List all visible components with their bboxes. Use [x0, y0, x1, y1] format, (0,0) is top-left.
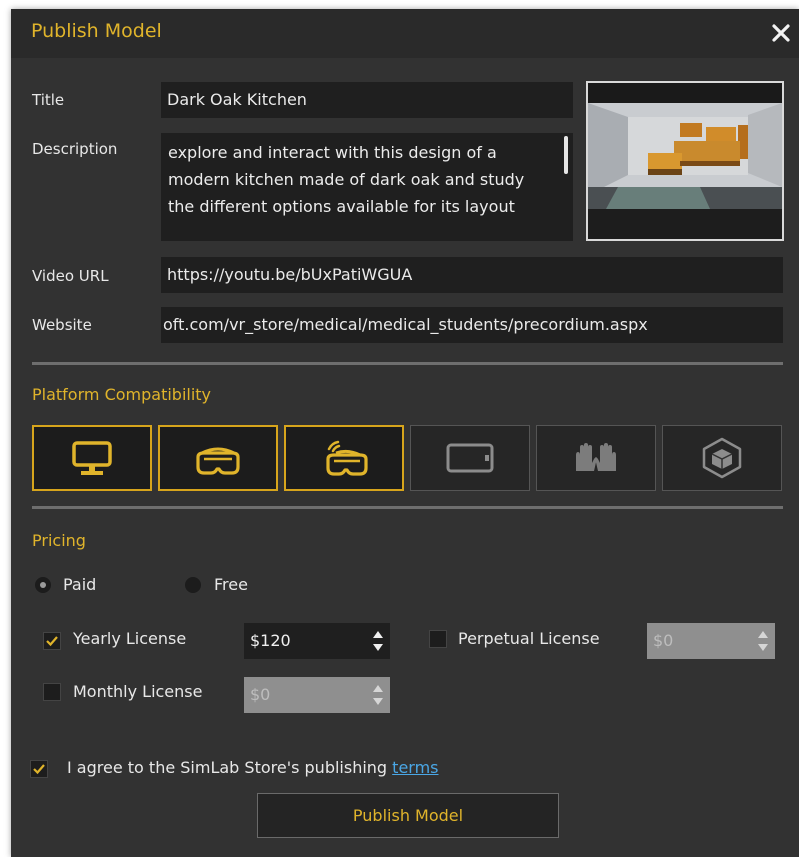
- dialog-title: Publish Model: [31, 20, 162, 42]
- monthly-price-value: $0: [250, 685, 271, 704]
- yearly-price-value: $120: [250, 631, 291, 650]
- platform-vr-toggle[interactable]: [158, 425, 278, 491]
- title-input[interactable]: Dark Oak Kitchen: [161, 82, 573, 118]
- monthly-price-stepper[interactable]: $0: [244, 677, 390, 713]
- stepper-arrows-icon[interactable]: [372, 629, 384, 653]
- stepper-arrows-icon[interactable]: [757, 629, 769, 653]
- platform-hands-toggle[interactable]: [536, 425, 656, 491]
- terms-link[interactable]: terms: [392, 758, 438, 777]
- platform-wireless-vr-toggle[interactable]: [284, 425, 404, 491]
- description-text: explore and interact with this design of…: [168, 143, 525, 216]
- website-input[interactable]: oft.com/vr_store/medical/medical_student…: [161, 307, 783, 343]
- platform-heading: Platform Compatibility: [32, 385, 212, 404]
- stepper-arrows-icon[interactable]: [372, 683, 384, 707]
- yearly-price-stepper[interactable]: $120: [244, 623, 390, 659]
- agree-label: I agree to the SimLab Store's publishing: [67, 758, 393, 777]
- description-textarea[interactable]: explore and interact with this design of…: [161, 133, 573, 241]
- model-thumbnail[interactable]: [586, 81, 784, 241]
- platform-desktop-toggle[interactable]: [32, 425, 152, 491]
- publish-model-button[interactable]: Publish Model: [257, 793, 559, 838]
- checkmark-icon: [46, 636, 58, 647]
- perpetual-price-value: $0: [653, 631, 674, 650]
- paid-radio[interactable]: [35, 577, 51, 593]
- divider: [32, 362, 783, 365]
- hands-icon: [576, 443, 616, 471]
- video-url-input[interactable]: https://youtu.be/bUxPatiWGUA: [161, 257, 783, 293]
- kitchen-preview-image: [588, 83, 782, 239]
- ar-cube-icon: [702, 437, 742, 479]
- yearly-license-checkbox[interactable]: [43, 632, 61, 650]
- desktop-monitor-icon: [72, 441, 112, 475]
- agree-checkbox[interactable]: [30, 760, 48, 778]
- wireless-vr-headset-icon: [326, 440, 368, 476]
- free-label: Free: [214, 575, 248, 594]
- description-scrollbar[interactable]: [564, 136, 568, 174]
- tablet-icon: [446, 443, 494, 473]
- dialog-titlebar: Publish Model: [11, 9, 799, 58]
- pricing-heading: Pricing: [32, 531, 86, 550]
- yearly-license-label: Yearly License: [73, 629, 187, 648]
- video-url-label: Video URL: [32, 267, 109, 285]
- description-label: Description: [32, 140, 118, 158]
- perpetual-price-stepper[interactable]: $0: [647, 623, 775, 659]
- close-icon[interactable]: [769, 21, 793, 45]
- perpetual-license-checkbox[interactable]: [429, 630, 447, 648]
- perpetual-license-label: Perpetual License: [458, 629, 600, 648]
- publish-model-dialog: Publish Model Title Dark Oak Kitchen Des…: [11, 9, 799, 857]
- paid-label: Paid: [63, 575, 97, 594]
- checkmark-icon: [33, 764, 45, 775]
- free-radio[interactable]: [185, 577, 201, 593]
- agree-text: I agree to the SimLab Store's publishing…: [67, 758, 439, 777]
- monthly-license-checkbox[interactable]: [43, 683, 61, 701]
- platform-ar-toggle[interactable]: [662, 425, 782, 491]
- website-label: Website: [32, 316, 92, 334]
- monthly-license-label: Monthly License: [73, 682, 203, 701]
- platform-tablet-toggle[interactable]: [410, 425, 530, 491]
- title-label: Title: [32, 91, 65, 109]
- divider: [32, 506, 783, 509]
- vr-headset-icon: [196, 447, 240, 475]
